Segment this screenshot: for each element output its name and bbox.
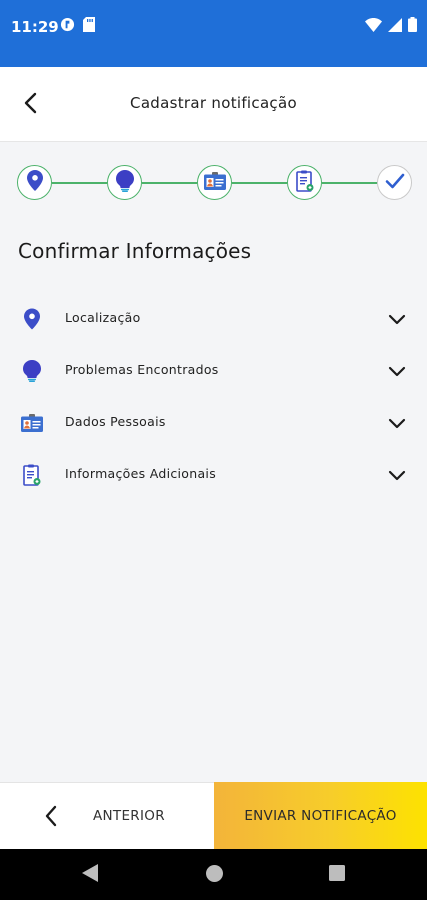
info-row-label: Problemas Encontrados <box>65 362 219 377</box>
bottom-action-bar: ANTERIOR ENVIAR NOTIFICAÇÃO <box>0 782 427 849</box>
check-icon <box>385 173 405 193</box>
info-row-label: Localização <box>65 310 141 325</box>
step-personal-data[interactable] <box>197 165 232 200</box>
info-row-label: Informações Adicionais <box>65 466 217 481</box>
nav-home-button[interactable] <box>203 864 225 886</box>
chevron-left-icon <box>44 805 58 831</box>
previous-button-label: ANTERIOR <box>93 808 165 824</box>
id-card-icon <box>20 411 44 435</box>
status-time: 11:29 <box>11 18 59 36</box>
status-bar: 11:29 <box>0 0 427 67</box>
wifi-icon <box>365 17 382 36</box>
section-title: Confirmar Informações <box>18 239 252 263</box>
info-row-personal-data[interactable]: Dados Pessoais <box>0 401 427 445</box>
nav-back-icon <box>82 864 98 886</box>
chevron-down-icon[interactable] <box>387 413 407 433</box>
send-notification-button[interactable]: ENVIAR NOTIFICAÇÃO <box>214 782 427 849</box>
stepper-connector <box>52 182 107 184</box>
step-additional-info[interactable] <box>287 165 322 200</box>
battery-icon <box>408 17 417 36</box>
step-problems[interactable] <box>107 165 142 200</box>
app-bar-divider <box>0 141 427 142</box>
step-confirm[interactable] <box>377 165 412 200</box>
chevron-down-icon[interactable] <box>387 465 407 485</box>
progress-stepper <box>0 163 427 203</box>
location-pin-icon <box>20 307 44 331</box>
clipboard-icon <box>20 463 44 487</box>
previous-button[interactable]: ANTERIOR <box>0 782 214 849</box>
info-row-additional-info[interactable]: Informações Adicionais <box>0 453 427 497</box>
stepper-connector <box>142 182 197 184</box>
system-nav-bar <box>0 849 427 900</box>
id-card-icon <box>203 171 226 194</box>
clipboard-icon <box>295 170 314 196</box>
info-row-location[interactable]: Localização <box>0 297 427 341</box>
chevron-down-icon[interactable] <box>387 309 407 329</box>
info-row-problems[interactable]: Problemas Encontrados <box>0 349 427 393</box>
sd-card-icon <box>83 17 95 36</box>
location-pin-icon <box>26 170 43 195</box>
nav-home-icon <box>205 864 223 886</box>
page-title: Cadastrar notificação <box>130 94 297 112</box>
lightbulb-icon <box>20 359 44 383</box>
nav-back-button[interactable] <box>79 864 101 886</box>
stepper-connector <box>322 182 377 184</box>
step-location[interactable] <box>17 165 52 200</box>
app-bar: Cadastrar notificação <box>0 67 427 142</box>
nav-recents-icon <box>329 865 345 885</box>
nav-recents-button[interactable] <box>326 864 348 886</box>
info-row-label: Dados Pessoais <box>65 414 166 429</box>
send-notification-label: ENVIAR NOTIFICAÇÃO <box>244 807 397 824</box>
chevron-down-icon[interactable] <box>387 361 407 381</box>
data-saver-icon <box>60 17 75 36</box>
stepper-connector <box>232 182 287 184</box>
lightbulb-icon <box>115 169 134 196</box>
signal-icon <box>388 17 402 36</box>
